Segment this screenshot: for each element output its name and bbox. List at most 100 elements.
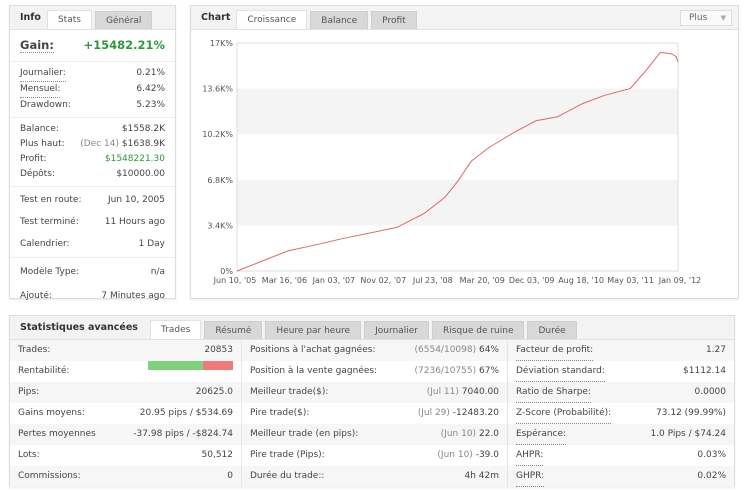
- stat-label[interactable]: Espérance:: [516, 424, 567, 445]
- calendar-row: Calendrier: 1 Day: [20, 233, 165, 255]
- chevron-down-icon: ▼: [720, 14, 726, 22]
- stat-label[interactable]: Ratio de Sharpe:: [516, 382, 591, 403]
- y-tick-label: 6.8K%: [207, 176, 233, 185]
- balance-row: Balance: $1558.2K: [20, 122, 165, 137]
- stat-value: 20.95 pips / $534.69: [139, 408, 233, 418]
- table-row: Positions à l'achat gagnées: (6554/10098)…: [242, 340, 507, 361]
- stat-label[interactable]: GHPR:: [516, 466, 545, 487]
- monthly-row: Mensuel: 6.42%: [20, 82, 165, 98]
- stat-label: Position à la vente gagnées:: [250, 366, 378, 376]
- table-row: Z-Score (Probabilité): 73.12 (99.99%): [508, 403, 734, 424]
- chart-tabs: Chart Croissance Balance Profit: [191, 6, 738, 30]
- deposits-value: $10000.00: [116, 169, 165, 179]
- added-value: 7 Minutes ago: [101, 291, 165, 301]
- monthly-label[interactable]: Mensuel:: [20, 82, 61, 98]
- y-tick-label: 0%: [220, 267, 233, 276]
- start-value: Jun 10, 2005: [107, 195, 165, 205]
- info-title: Info: [20, 12, 41, 23]
- advanced-tabs: Statistiques avancées Trades Résumé Heur…: [10, 316, 734, 340]
- info-panel: Info Stats Général Gain: +15482.21% Journ…: [9, 5, 176, 301]
- stat-detail: (7236/10755): [414, 366, 477, 376]
- x-tick-label: May 03, '11: [607, 276, 654, 285]
- model-row: Modèle Type: n/a: [20, 260, 165, 284]
- daily-label[interactable]: Journalier:: [20, 66, 66, 82]
- plot-frame: [236, 42, 679, 272]
- stat-value: 50,512: [201, 450, 234, 460]
- tab-profit[interactable]: Profit: [371, 11, 417, 29]
- tab-general[interactable]: Général: [94, 11, 153, 29]
- stat-value: 67%: [478, 366, 499, 376]
- x-tick-label: Jun 10, '05: [213, 276, 257, 285]
- y-tick-label: 10.2K%: [202, 130, 233, 139]
- tab-risk-of-ruin[interactable]: Risque de ruine: [431, 321, 525, 339]
- stat-value: 22.0: [478, 429, 499, 439]
- x-tick-label: Jan 09, '12: [658, 276, 702, 285]
- start-row: Test en route: Jun 10, 2005: [20, 189, 165, 211]
- model-value: n/a: [150, 267, 165, 277]
- stat-detail: (Jul 11): [426, 387, 459, 397]
- profit-label: Profit:: [20, 154, 47, 164]
- stat-label: Positions à l'achat gagnées:: [250, 345, 376, 355]
- y-tick-label: 17K%: [210, 39, 233, 48]
- stats-column-3: Facteur de profit: 1.27 Déviation standard…: [508, 340, 734, 487]
- more-dropdown[interactable]: Plus ▼: [680, 10, 732, 26]
- x-tick-label: Jan 03, '07: [312, 276, 356, 285]
- stat-label[interactable]: AHPR:: [516, 445, 544, 466]
- calendar-value: 1 Day: [138, 239, 165, 249]
- stat-label: Rentabilité:: [18, 366, 70, 376]
- x-tick-label: Mar 16, '06: [262, 276, 307, 285]
- table-row: Meilleur trade (en pips): (Jun 10) 22.0: [242, 424, 507, 445]
- stat-value: 0.03%: [697, 450, 726, 460]
- stat-value: 20625.0: [195, 387, 233, 397]
- tab-duration[interactable]: Durée: [527, 321, 577, 339]
- gain-row: Gain: +15482.21%: [10, 30, 175, 62]
- tab-balance[interactable]: Balance: [310, 11, 369, 29]
- deposits-label: Dépôts:: [20, 169, 55, 179]
- daily-value: 0.21%: [136, 68, 165, 78]
- stat-value: 20853: [204, 345, 233, 355]
- tab-stats[interactable]: Stats: [46, 10, 92, 29]
- stat-label: Trades:: [18, 345, 51, 355]
- stat-label[interactable]: Facteur de profit:: [516, 340, 594, 361]
- tab-daily[interactable]: Journalier: [364, 321, 429, 339]
- table-row: Durée du trade:: 4h 42m: [242, 466, 507, 487]
- table-row: Meilleur trade($): (Jul 11) 7040.00: [242, 382, 507, 403]
- high-value: $1638.9K: [121, 139, 165, 149]
- profitability-bar: [148, 361, 233, 370]
- added-row: Ajouté: 7 Minutes ago: [20, 284, 165, 308]
- balance-value: $1558.2K: [121, 124, 165, 134]
- y-tick-label: 13.6K%: [202, 85, 233, 94]
- x-tick-label: Mar 20, '09: [460, 276, 505, 285]
- stat-value: 1.0 Pips / $74.24: [650, 429, 726, 439]
- grid-band: [237, 179, 678, 226]
- stats-column-2: Positions à l'achat gagnées: (6554/10098)…: [242, 340, 508, 487]
- table-row: Position à la vente gagnées: (7236/10755)…: [242, 361, 507, 382]
- stat-value: 1.27: [705, 345, 726, 355]
- stat-detail: (Jul 29): [417, 408, 450, 418]
- grid-band: [237, 88, 678, 135]
- high-row: Plus haut: (Dec 14) $1638.9K: [20, 137, 165, 152]
- x-tick-label: Jul 23, '08: [412, 276, 453, 285]
- gain-label[interactable]: Gain:: [20, 38, 54, 53]
- stat-value: 4h 42m: [464, 471, 499, 481]
- table-row: Lots: 50,512: [10, 445, 241, 466]
- tab-croissance[interactable]: Croissance: [236, 10, 308, 29]
- table-row: Pips: 20625.0: [10, 382, 241, 403]
- daily-row: Journalier: 0.21%: [20, 66, 165, 82]
- stat-label: Durée du trade::: [250, 471, 325, 481]
- stat-value: -37.98 pips / -$824.74: [133, 429, 233, 439]
- table-row: Rentabilité:: [10, 361, 241, 382]
- stat-label[interactable]: Z-Score (Probabilité):: [516, 403, 612, 424]
- table-row: Ratio de Sharpe: 0.0000: [508, 382, 734, 403]
- tab-resume[interactable]: Résumé: [204, 321, 263, 339]
- stat-label: Pire trade (Pips):: [250, 450, 325, 460]
- stat-label[interactable]: Déviation standard:: [516, 361, 605, 382]
- tab-trades[interactable]: Trades: [149, 320, 202, 339]
- tab-hourly[interactable]: Heure par heure: [265, 321, 362, 339]
- added-label: Ajouté:: [20, 291, 52, 301]
- drawdown-row: Drawdown: 5.23%: [20, 98, 165, 113]
- stat-value: 0.02%: [697, 471, 726, 481]
- stat-detail: (Jun 10): [437, 450, 473, 460]
- stat-value: -12483.20: [452, 408, 499, 418]
- drawdown-value: 5.23%: [136, 100, 165, 110]
